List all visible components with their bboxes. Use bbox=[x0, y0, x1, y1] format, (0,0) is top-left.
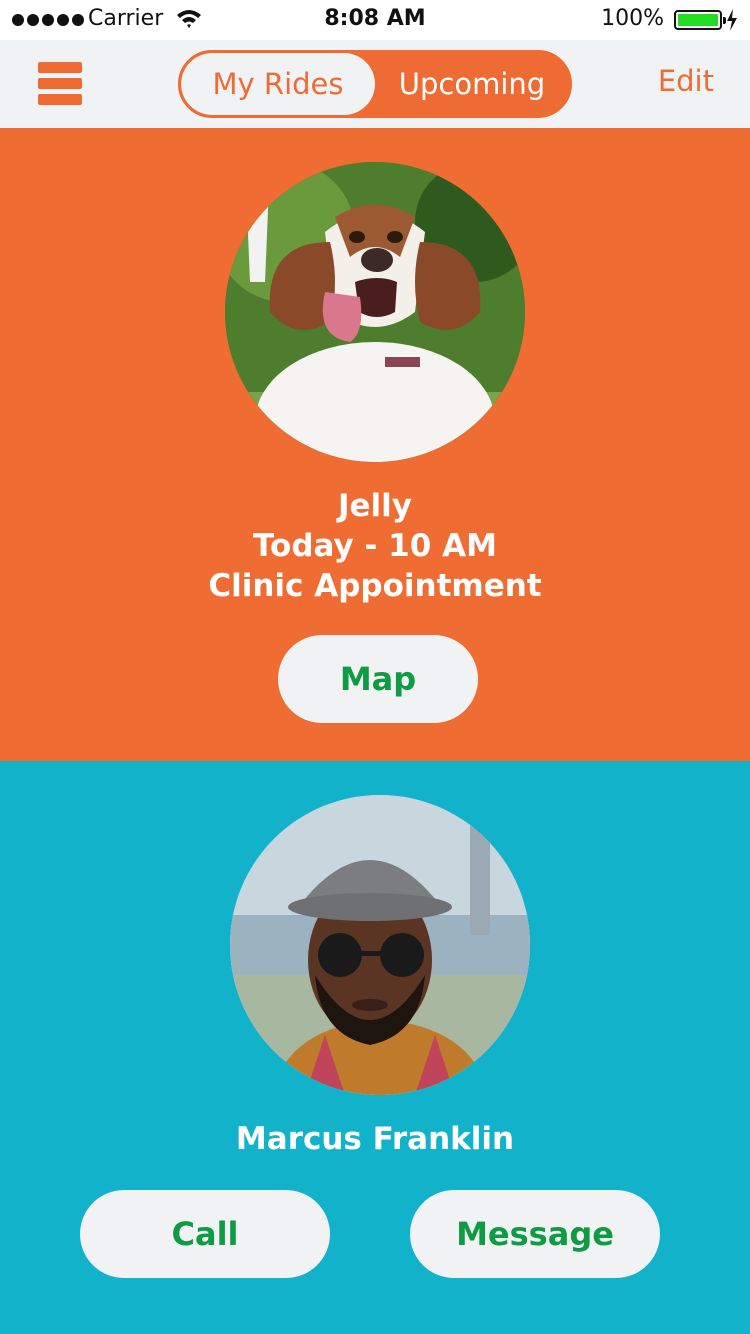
ride-card: Jelly Today - 10 AM Clinic Appointment M… bbox=[0, 128, 750, 761]
rides-segmented-control: My Rides Upcoming bbox=[178, 50, 572, 118]
dog-photo bbox=[225, 162, 525, 462]
call-button[interactable]: Call bbox=[80, 1190, 330, 1278]
charging-bolt-icon bbox=[727, 9, 737, 31]
driver-photo bbox=[230, 795, 530, 1095]
map-button[interactable]: Map bbox=[278, 635, 478, 723]
message-button[interactable]: Message bbox=[410, 1190, 660, 1278]
battery-icon bbox=[674, 10, 726, 30]
nav-bar: My Rides Upcoming Edit bbox=[0, 40, 750, 128]
status-bar: Carrier 8:08 AM 100% bbox=[0, 0, 750, 40]
driver-card: Marcus Franklin Call Message bbox=[0, 761, 750, 1334]
ride-time: Today - 10 AM bbox=[253, 528, 497, 564]
hamburger-menu-icon[interactable] bbox=[38, 62, 82, 106]
driver-name: Marcus Franklin bbox=[235, 1121, 515, 1157]
edit-button[interactable]: Edit bbox=[658, 64, 714, 98]
ride-purpose: Clinic Appointment bbox=[208, 568, 542, 604]
patient-name: Jelly bbox=[337, 488, 413, 524]
tab-upcoming[interactable]: Upcoming bbox=[375, 53, 569, 115]
battery-percentage: 100% bbox=[601, 6, 664, 31]
tab-my-rides[interactable]: My Rides bbox=[181, 53, 375, 115]
